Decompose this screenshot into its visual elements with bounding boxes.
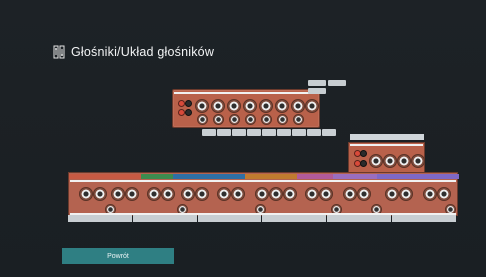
channel-label: [262, 215, 327, 222]
speaker-terminal: [283, 187, 297, 201]
channel-label: [197, 215, 262, 222]
speaker-terminal: [259, 99, 273, 113]
speaker-terminal: [79, 187, 93, 201]
speaker-terminal-small: [229, 114, 240, 125]
speaker-terminal: [383, 154, 397, 168]
top-module-panel: [348, 142, 425, 174]
speaker-terminal: [93, 187, 107, 201]
speaker-terminal: [111, 187, 125, 201]
speaker-terminal-small: [277, 114, 288, 125]
section-label: [141, 174, 175, 179]
speaker-terminal: [275, 99, 289, 113]
speaker-terminal: [211, 99, 225, 113]
amp-top-panel: [172, 89, 320, 128]
channel-label: [232, 129, 246, 136]
page-header: Głośniki/Układ głośników: [53, 43, 214, 61]
speaker-terminal: [181, 187, 195, 201]
speaker-terminal: [369, 154, 383, 168]
section-label: [173, 174, 213, 179]
channel-label: [392, 215, 456, 222]
channel-label: [327, 215, 392, 222]
speaker-terminal: [227, 99, 241, 113]
speaker-terminal: [231, 187, 245, 201]
section-label: [69, 174, 109, 179]
chip-label: [328, 80, 346, 86]
speaker-terminal: [125, 187, 139, 201]
section-label: [415, 174, 459, 179]
speaker-terminal: [357, 187, 371, 201]
jack-black: [185, 100, 192, 107]
top-panel-labels: [202, 129, 336, 136]
channel-label: [262, 129, 276, 136]
speaker-terminal: [385, 187, 399, 201]
channel-label: [292, 129, 306, 136]
speaker-terminal: [195, 99, 209, 113]
speaker-terminal-small: [261, 114, 272, 125]
channel-label: [307, 129, 321, 136]
speaker-settings-icon: [53, 45, 65, 59]
chip-label: [308, 88, 326, 94]
speaker-terminal: [319, 187, 333, 201]
speaker-terminal: [161, 187, 175, 201]
jack-red: [178, 109, 185, 116]
bottom-panel-strip: [70, 180, 456, 182]
jack-black: [360, 160, 367, 167]
section-label: [211, 174, 247, 179]
panel-top-strip: [174, 92, 318, 94]
section-label: [245, 174, 299, 179]
jack-black: [360, 150, 367, 157]
speaker-terminal: [399, 187, 413, 201]
section-label: [333, 174, 379, 179]
channel-label: [202, 129, 216, 136]
section-label: [107, 174, 143, 179]
channel-label: [217, 129, 231, 136]
channel-label: [322, 129, 336, 136]
speaker-terminal-small: [245, 114, 256, 125]
speaker-terminal: [147, 187, 161, 201]
speaker-terminal: [305, 187, 319, 201]
channel-label: [247, 129, 261, 136]
page-title: Głośniki/Układ głośników: [71, 45, 215, 59]
speaker-terminal: [343, 187, 357, 201]
speaker-terminal: [397, 154, 411, 168]
bottom-channel-labels: [68, 215, 456, 222]
speaker-terminal-small: [213, 114, 224, 125]
speaker-terminal: [411, 154, 425, 168]
amp-bottom-panel: [68, 172, 459, 216]
speaker-terminal: [423, 187, 437, 201]
speaker-terminal: [255, 187, 269, 201]
speaker-layout-screen: Głośniki/Układ głośników Powrót: [0, 0, 486, 277]
speaker-terminal: [217, 187, 231, 201]
back-button[interactable]: Powrót: [62, 248, 174, 264]
top-module-strip: [350, 144, 423, 146]
amp-top-chips: [302, 80, 346, 125]
speaker-terminal: [437, 187, 451, 201]
speaker-terminal: [269, 187, 283, 201]
top-module-header: [350, 134, 424, 140]
speaker-terminal: [243, 99, 257, 113]
section-label: [297, 174, 335, 179]
channel-label: [132, 215, 197, 222]
channel-label: [277, 129, 291, 136]
channel-label: [68, 215, 132, 222]
speaker-terminal-small: [197, 114, 208, 125]
jack-black: [185, 109, 192, 116]
speaker-terminal: [195, 187, 209, 201]
jack-red: [178, 100, 185, 107]
chip-label: [308, 80, 326, 86]
section-label: [377, 174, 417, 179]
